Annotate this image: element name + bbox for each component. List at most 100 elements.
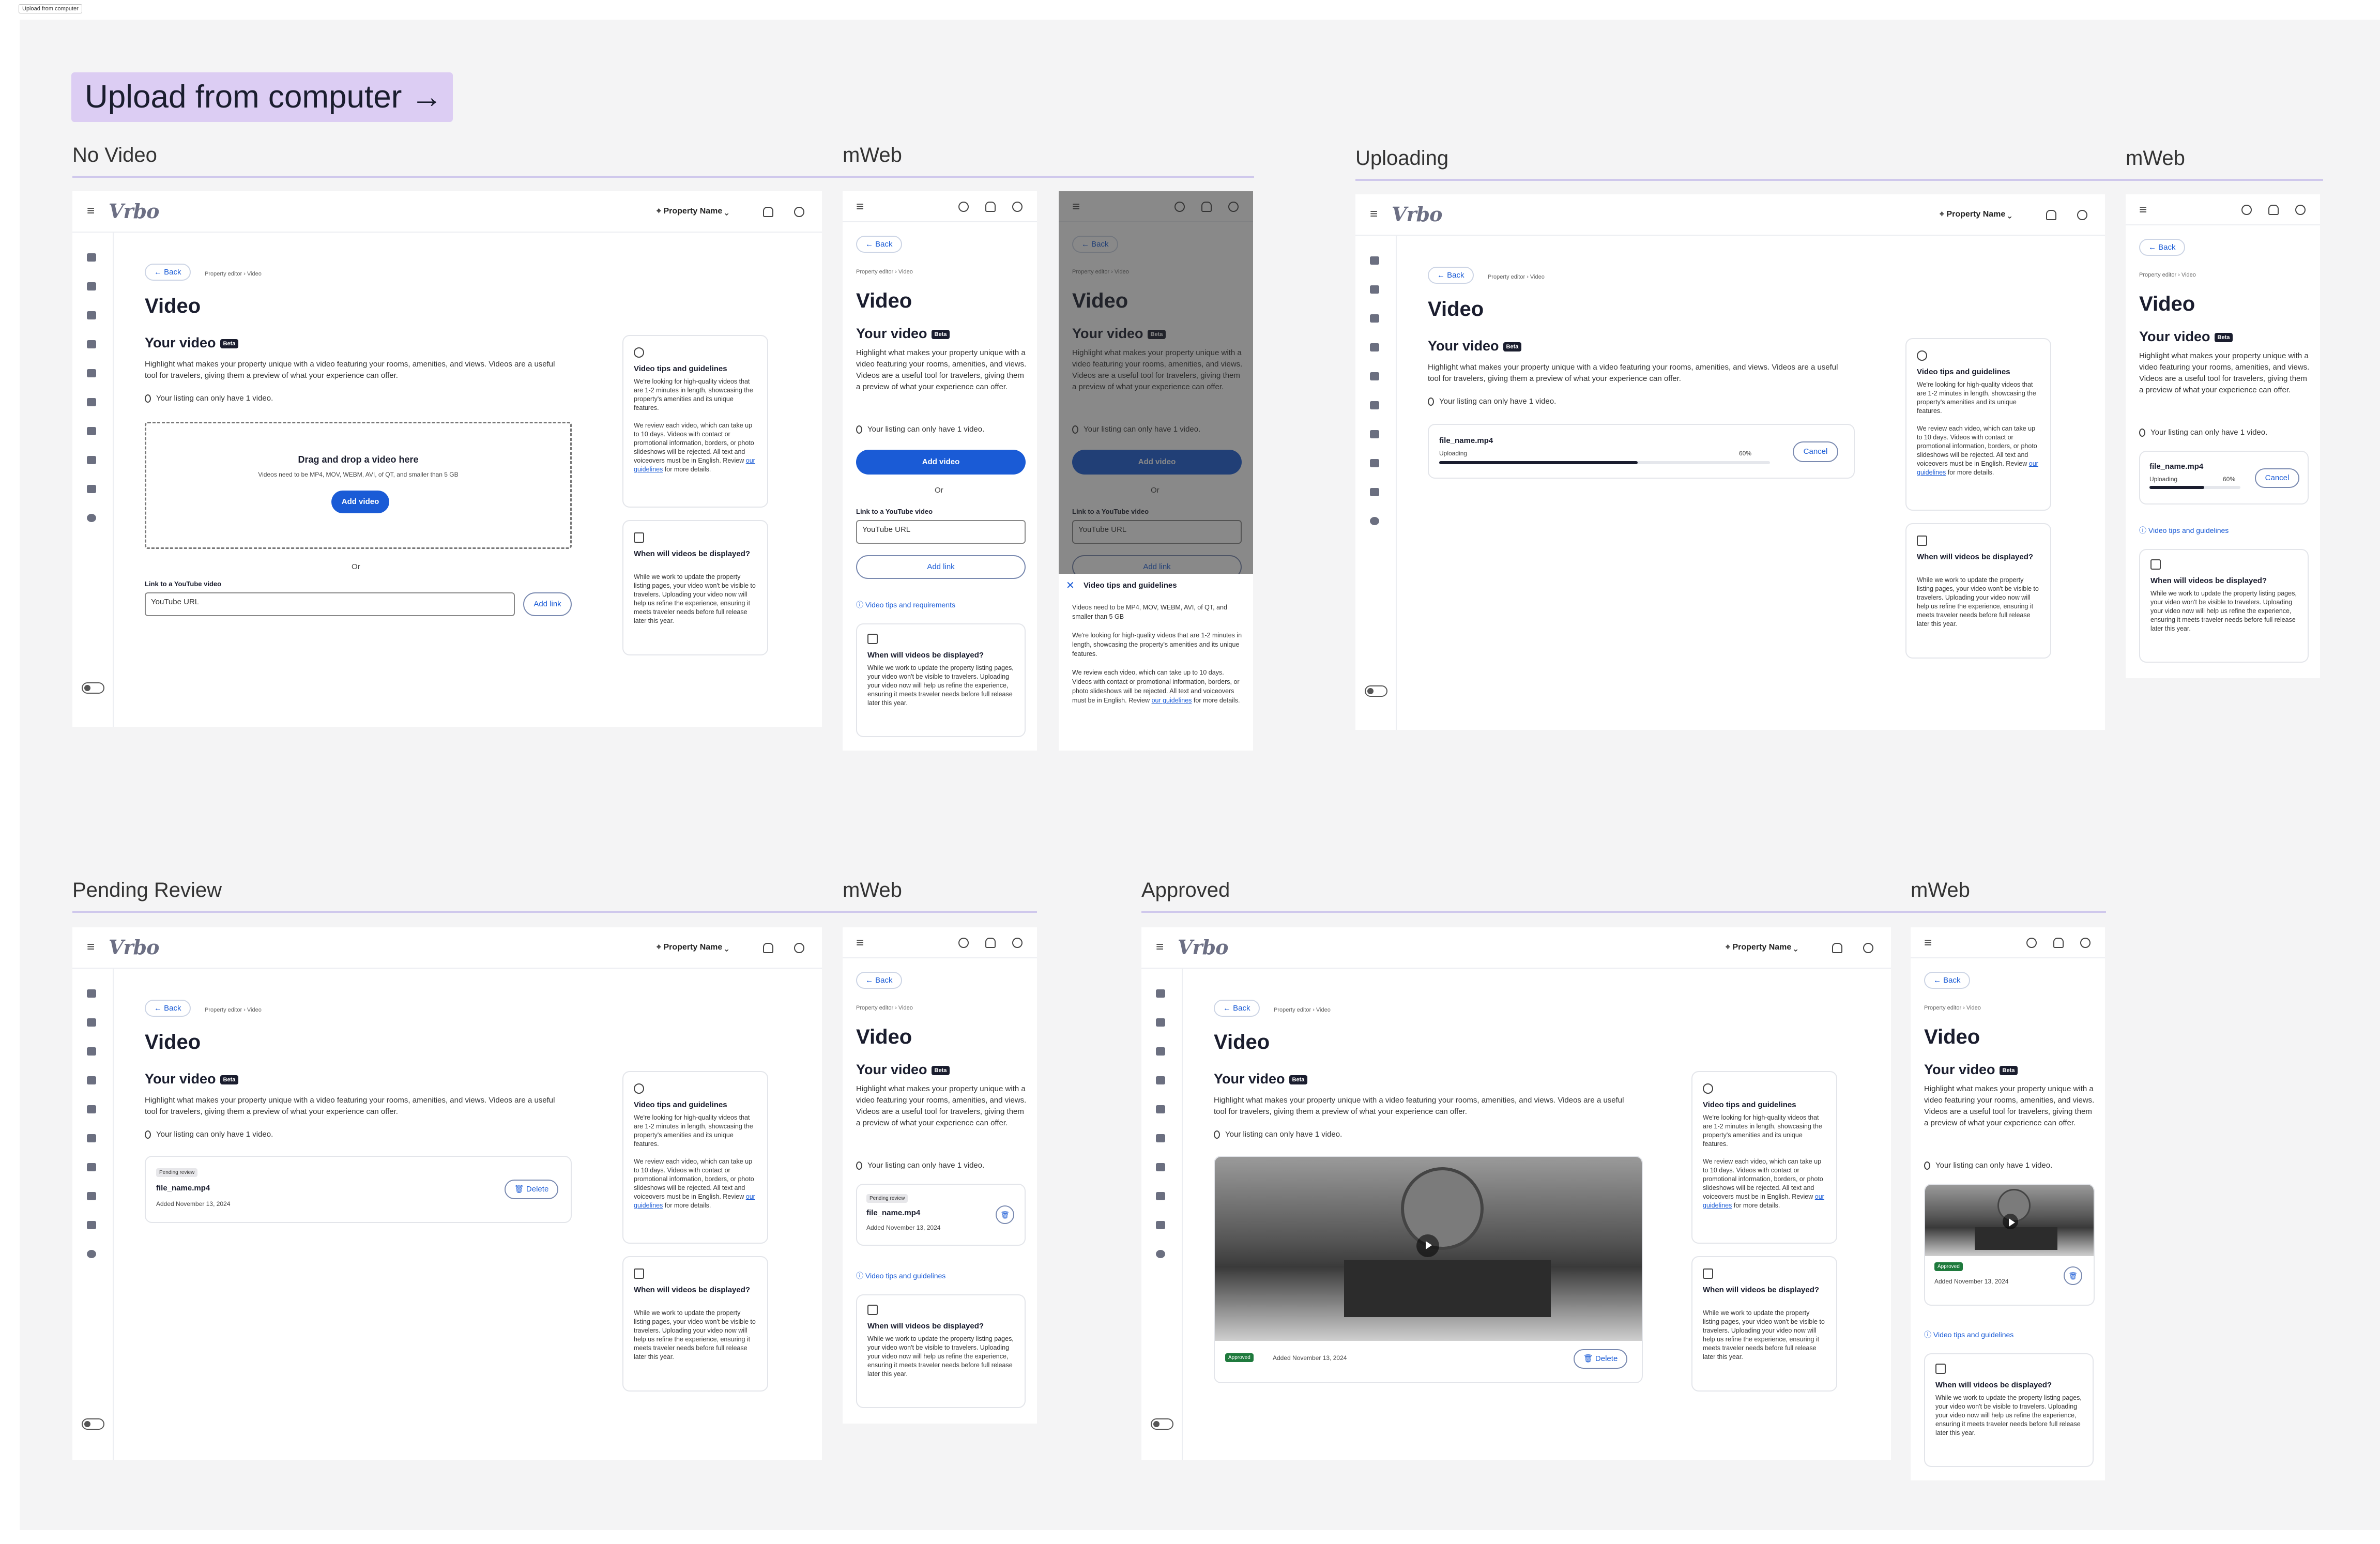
account-icon[interactable] <box>1863 943 1873 953</box>
menu-icon[interactable]: ≡ <box>856 935 864 951</box>
help-icon[interactable] <box>1370 517 1379 525</box>
reports-icon[interactable] <box>1156 1221 1165 1229</box>
delete-button[interactable]: 🗑 Delete <box>1574 1349 1627 1369</box>
reports-icon[interactable] <box>1370 488 1379 496</box>
cancel-button[interactable]: Cancel <box>1793 441 1838 462</box>
account-icon[interactable] <box>2080 938 2091 948</box>
theme-toggle[interactable] <box>82 682 104 694</box>
calendar-icon[interactable] <box>1156 1076 1165 1084</box>
bed-icon[interactable] <box>1156 1018 1165 1027</box>
reviews-icon[interactable] <box>1156 1192 1165 1200</box>
location-pin-icon[interactable] <box>958 202 969 212</box>
account-icon[interactable] <box>1012 202 1023 212</box>
bell-icon[interactable] <box>985 938 996 948</box>
location-pin-icon[interactable] <box>958 938 969 948</box>
card-icon[interactable] <box>87 1134 96 1142</box>
menu-icon[interactable]: ≡ <box>1370 206 1378 222</box>
back-button[interactable]: ← Back <box>856 236 902 253</box>
delete-icon-button[interactable]: 🗑 <box>996 1205 1014 1224</box>
close-icon[interactable]: ✕ <box>1066 579 1075 592</box>
property-selector[interactable]: ⌖ Property Name ⌄ <box>657 943 728 952</box>
account-icon[interactable] <box>2295 205 2306 215</box>
theme-toggle[interactable] <box>1365 685 1387 697</box>
bell-icon[interactable] <box>1832 943 1842 953</box>
bell-icon[interactable] <box>2053 938 2064 948</box>
bed-icon[interactable] <box>87 1018 96 1027</box>
menu-icon[interactable]: ≡ <box>856 198 864 215</box>
scrim-overlay[interactable] <box>1059 191 1253 574</box>
home-icon[interactable] <box>1156 989 1165 998</box>
calendar-icon[interactable] <box>1370 343 1379 351</box>
reviews-icon[interactable] <box>87 456 96 464</box>
bell-icon[interactable] <box>763 943 773 953</box>
menu-icon[interactable]: ≡ <box>87 939 95 955</box>
video-thumbnail[interactable] <box>1925 1185 2094 1256</box>
help-icon[interactable] <box>87 514 96 522</box>
dropzone[interactable]: Drag and drop a video here Videos need t… <box>145 422 572 549</box>
account-icon[interactable] <box>794 207 804 217</box>
card-icon[interactable] <box>1370 401 1379 409</box>
reviews-icon[interactable] <box>1370 459 1379 467</box>
add-video-button[interactable]: Add video <box>331 491 389 513</box>
play-icon[interactable] <box>2003 1214 2018 1229</box>
property-selector[interactable]: ⌖ Property Name ⌄ <box>657 207 728 216</box>
back-button[interactable]: ← Back <box>1428 267 1474 284</box>
back-button[interactable]: ← Back <box>2139 239 2185 256</box>
card-icon[interactable] <box>1156 1134 1165 1142</box>
delete-button[interactable]: 🗑 Delete <box>505 1180 558 1199</box>
vrbo-logo[interactable]: Vrbo <box>109 936 159 959</box>
tag-icon[interactable] <box>87 311 96 319</box>
add-link-button[interactable]: Add link <box>856 555 1026 579</box>
account-icon[interactable] <box>794 943 804 953</box>
reports-icon[interactable] <box>87 1221 96 1229</box>
account-icon[interactable] <box>2077 210 2087 220</box>
location-pin-icon[interactable] <box>2241 205 2252 215</box>
home-icon[interactable] <box>87 253 96 262</box>
menu-icon[interactable]: ≡ <box>87 203 95 219</box>
tag-icon[interactable] <box>87 1047 96 1056</box>
guidelines-link[interactable]: our guidelines <box>1152 697 1192 704</box>
tag-icon[interactable] <box>1370 314 1379 323</box>
cancel-button[interactable]: Cancel <box>2255 468 2299 488</box>
add-link-button[interactable]: Add link <box>523 592 572 616</box>
youtube-input[interactable]: YouTube URL <box>856 520 1026 544</box>
vrbo-logo[interactable]: Vrbo <box>1392 203 1442 226</box>
back-button[interactable]: ← Back <box>856 972 902 989</box>
document-icon[interactable] <box>87 427 96 435</box>
theme-toggle[interactable] <box>82 1418 104 1430</box>
back-button[interactable]: ← Back <box>145 1000 191 1017</box>
back-button[interactable]: ← Back <box>1214 1000 1260 1017</box>
bell-icon[interactable] <box>2268 205 2279 215</box>
menu-icon[interactable]: ≡ <box>1924 935 1932 951</box>
document-icon[interactable] <box>1156 1163 1165 1171</box>
tips-link[interactable]: ⓘ Video tips and requirements <box>856 600 955 610</box>
card-icon[interactable] <box>87 398 96 406</box>
calendar-icon[interactable] <box>87 340 96 348</box>
document-icon[interactable] <box>1370 430 1379 438</box>
video-thumbnail[interactable] <box>1215 1157 1642 1341</box>
tag-icon[interactable] <box>1156 1047 1165 1056</box>
help-icon[interactable] <box>87 1250 96 1258</box>
chat-icon[interactable] <box>1156 1105 1165 1113</box>
account-icon[interactable] <box>1012 938 1023 948</box>
menu-icon[interactable]: ≡ <box>1156 939 1164 955</box>
home-icon[interactable] <box>1370 256 1379 265</box>
delete-icon-button[interactable]: 🗑 <box>2064 1266 2082 1285</box>
youtube-input[interactable]: YouTube URL <box>145 592 515 616</box>
bell-icon[interactable] <box>763 207 773 217</box>
play-icon[interactable] <box>1416 1234 1439 1257</box>
bell-icon[interactable] <box>985 202 996 212</box>
tips-link[interactable]: ⓘ Video tips and guidelines <box>856 1271 945 1281</box>
help-icon[interactable] <box>1156 1250 1165 1258</box>
location-pin-icon[interactable] <box>2026 938 2037 948</box>
theme-toggle[interactable] <box>1151 1418 1173 1430</box>
back-button[interactable]: ← Back <box>145 264 191 281</box>
chat-icon[interactable] <box>87 1105 96 1113</box>
menu-icon[interactable]: ≡ <box>2139 202 2147 218</box>
bed-icon[interactable] <box>87 282 96 291</box>
calendar-icon[interactable] <box>87 1076 96 1084</box>
bell-icon[interactable] <box>2046 210 2056 220</box>
tips-link[interactable]: ⓘ Video tips and guidelines <box>1924 1329 2013 1340</box>
tips-link[interactable]: ⓘ Video tips and guidelines <box>2139 525 2229 536</box>
back-button[interactable]: ← Back <box>1924 972 1970 989</box>
